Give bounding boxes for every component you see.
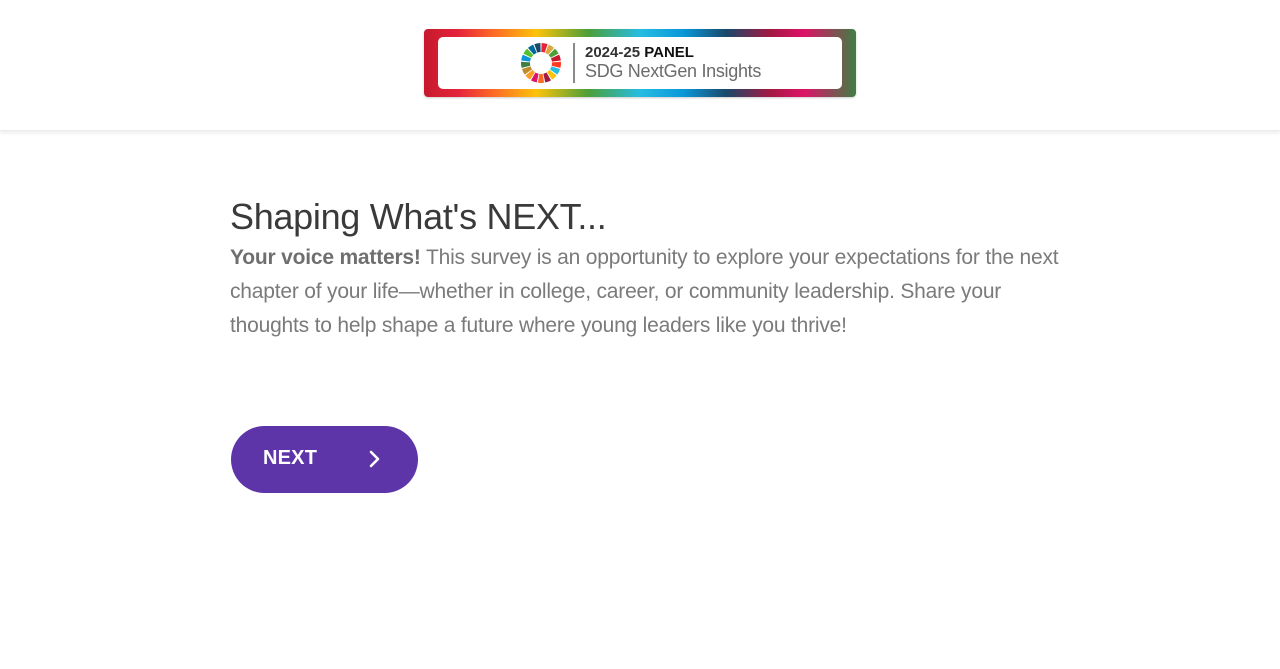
logo-inner-panel: 2024-25 PANEL SDG NextGen Insights [438,37,842,89]
page-title: Shaping What's NEXT... [230,196,607,237]
logo-divider [573,43,575,83]
next-button[interactable]: NEXT [231,426,418,493]
logo-panel-label: 2024-25 PANEL [585,44,694,61]
intro-bold-text: Your voice matters! [230,246,421,269]
page-header: 2024-25 PANEL SDG NextGen Insights [0,0,1280,131]
sdg-wheel-segment [537,73,545,83]
logo-program-name: SDG NextGen Insights [585,61,762,81]
intro-section: Shaping What's NEXT... Your voice matter… [230,195,1060,343]
survey-logo-banner: 2024-25 PANEL SDG NextGen Insights [424,29,856,97]
chevron-right-icon [369,450,380,468]
logo-panel-word: PANEL [644,44,694,61]
logo-year: 2024-25 [585,44,641,61]
sdg-wheel-icon [521,43,561,83]
intro-paragraph: Your voice matters! This survey is an op… [230,241,1060,343]
next-button-label: NEXT [263,447,318,469]
